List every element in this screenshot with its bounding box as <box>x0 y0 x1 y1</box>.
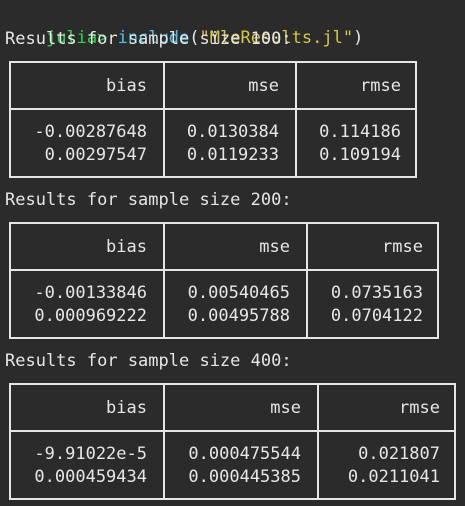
header-divider <box>11 108 415 110</box>
results-table: bias mse rmse -0.00287648 0.0130384 0.11… <box>9 61 417 178</box>
results-heading: Results for sample size 100: <box>5 29 292 49</box>
table-cell: 0.000445385 <box>188 467 301 487</box>
table-cell: 0.0704122 <box>330 306 423 326</box>
table-cell: 0.000969222 <box>34 306 147 326</box>
table-cell: 0.0735163 <box>330 283 423 303</box>
column-divider <box>163 385 165 498</box>
table-cell: 0.0119233 <box>186 145 279 165</box>
results-heading: Results for sample size 200: <box>5 190 292 210</box>
table-cell: -9.91022e-5 <box>34 444 147 464</box>
header-divider <box>11 430 454 432</box>
table-cell: -0.00287648 <box>34 122 147 142</box>
terminal-window[interactable]: julia> include("MleResults.jl") Results … <box>0 0 465 506</box>
column-header-rmse: rmse <box>382 237 423 257</box>
results-heading: Results for sample size 400: <box>5 351 292 371</box>
column-divider <box>163 224 165 337</box>
table-cell: 0.109194 <box>319 145 401 165</box>
table-cell: 0.021807 <box>358 444 440 464</box>
column-header-rmse: rmse <box>399 398 440 418</box>
table-cell: 0.000475544 <box>188 444 301 464</box>
column-header-mse: mse <box>270 398 301 418</box>
column-header-mse: mse <box>248 76 279 96</box>
column-divider <box>163 63 165 176</box>
table-cell: 0.114186 <box>319 122 401 142</box>
column-divider <box>295 63 297 176</box>
column-header-bias: bias <box>106 76 147 96</box>
table-cell: 0.00540465 <box>187 283 290 303</box>
header-divider <box>11 269 437 271</box>
table-cell: -0.00133846 <box>34 283 147 303</box>
table-cell: 0.0130384 <box>186 122 279 142</box>
column-header-mse: mse <box>259 237 290 257</box>
table-cell: 0.000459434 <box>34 467 147 487</box>
column-divider <box>306 224 308 337</box>
column-header-bias: bias <box>106 237 147 257</box>
table-cell: 0.00297547 <box>44 145 147 165</box>
table-cell: 0.00495788 <box>187 306 290 326</box>
results-table: bias mse rmse -9.91022e-5 0.000475544 0.… <box>9 383 456 500</box>
column-divider <box>317 385 319 498</box>
table-cell: 0.0211041 <box>347 467 440 487</box>
column-header-rmse: rmse <box>360 76 401 96</box>
results-table: bias mse rmse -0.00133846 0.00540465 0.0… <box>9 222 439 339</box>
column-header-bias: bias <box>106 398 147 418</box>
